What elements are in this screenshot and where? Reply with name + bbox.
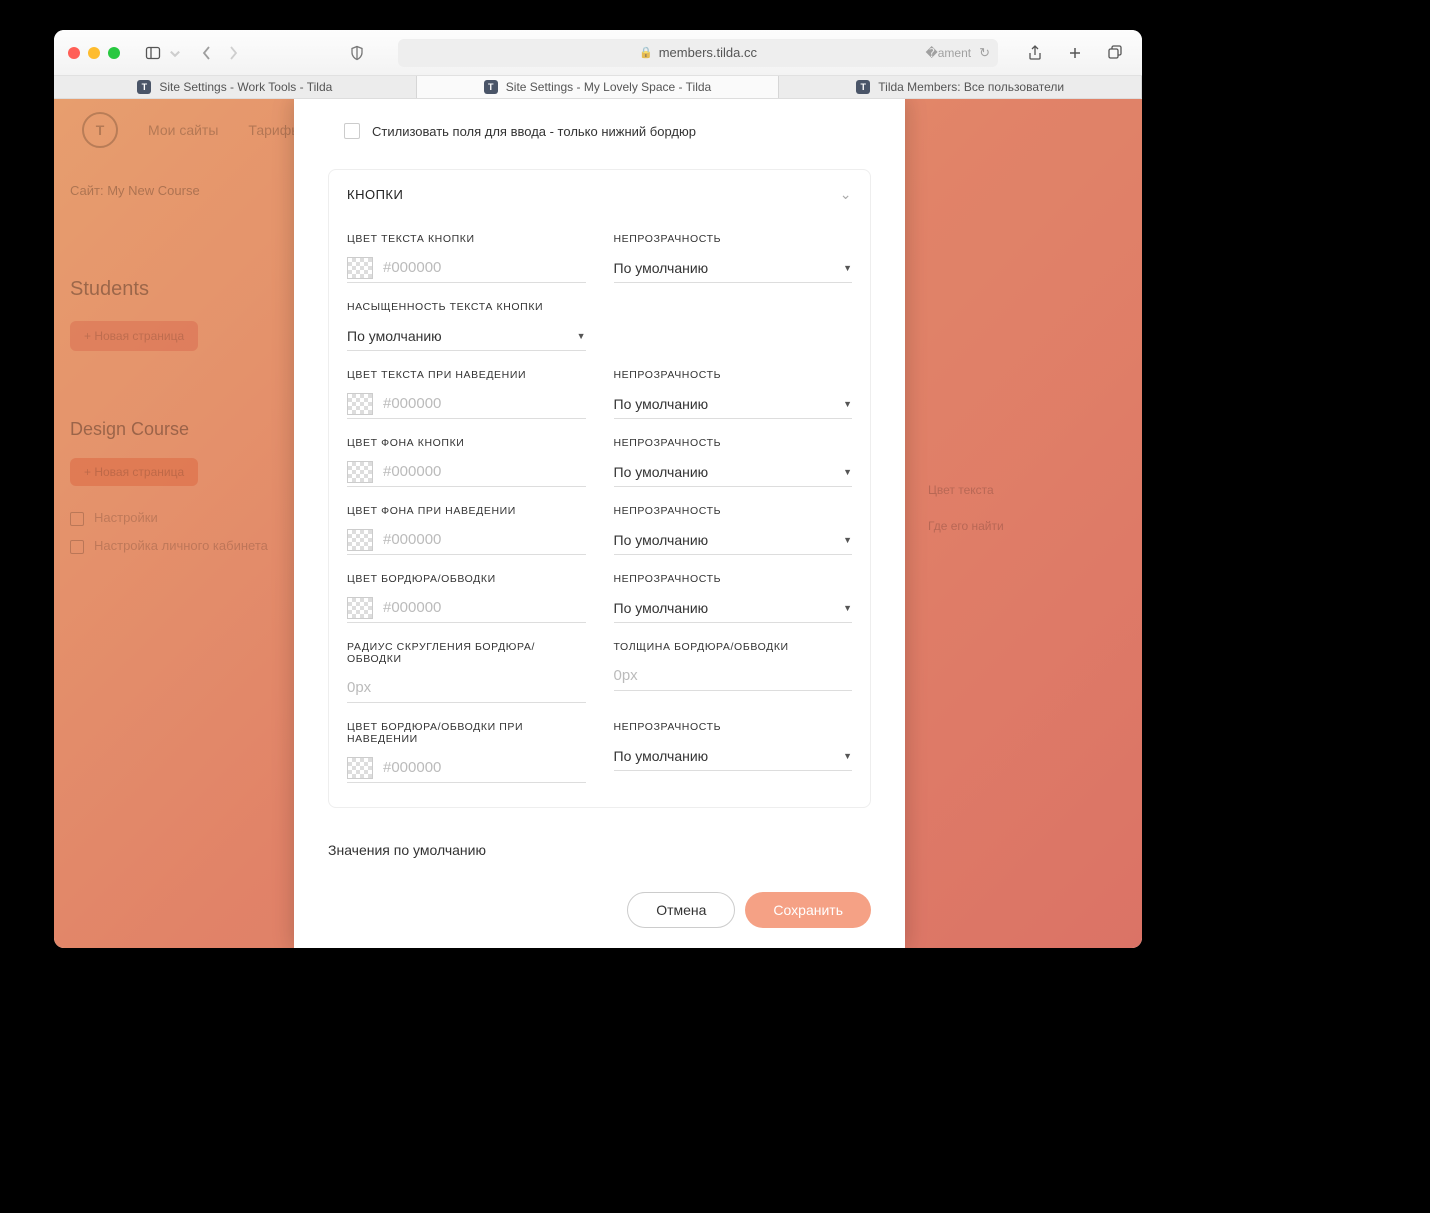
opacity-select[interactable]: По умолчанию▼	[614, 253, 853, 283]
bg-color-input[interactable]	[383, 463, 586, 480]
translate-icon[interactable]: �ament	[925, 46, 971, 60]
field-label: НЕПРОЗРАЧНОСТЬ	[614, 505, 853, 517]
field-label: НЕПРОЗРАЧНОСТЬ	[614, 369, 853, 381]
tab-favicon: T	[137, 80, 151, 94]
shield-icon[interactable]	[346, 42, 368, 64]
modal-footer: Отмена Сохранить	[294, 858, 905, 948]
close-window[interactable]	[68, 47, 80, 59]
field-label: ЦВЕТ ТЕКСТА ПРИ НАВЕДЕНИИ	[347, 369, 586, 381]
field-label: ЦВЕТ БОРДЮРА/ОБВОДКИ	[347, 573, 586, 585]
minimize-window[interactable]	[88, 47, 100, 59]
field-label: НАСЫЩЕННОСТЬ ТЕКСТА КНОПКИ	[347, 301, 586, 313]
opacity-select[interactable]: По умолчанию▼	[614, 525, 853, 555]
panel-header[interactable]: КНОПКИ ⌄	[329, 170, 870, 215]
chevron-down-icon[interactable]	[168, 42, 182, 64]
checkbox-label: Стилизовать поля для ввода - только нижн…	[372, 124, 696, 139]
buttons-panel: КНОПКИ ⌄ ЦВЕТ ТЕКСТА КНОПКИ НЕПРОЗРАЧНОС…	[328, 169, 871, 808]
color-swatch[interactable]	[347, 257, 373, 279]
defaults-link[interactable]: Значения по умолчанию	[294, 808, 905, 858]
opacity-select[interactable]: По умолчанию▼	[614, 457, 853, 487]
lock-icon: 🔒	[639, 46, 653, 59]
tabs-icon[interactable]	[1104, 42, 1126, 64]
color-swatch[interactable]	[347, 461, 373, 483]
sidebar-toggle-icon[interactable]	[142, 42, 164, 64]
field-label: ЦВЕТ ФОНА КНОПКИ	[347, 437, 586, 449]
color-swatch[interactable]	[347, 529, 373, 551]
opacity-select[interactable]: По умолчанию▼	[614, 593, 853, 623]
opacity-select[interactable]: По умолчанию▼	[614, 389, 853, 419]
field-label: РАДИУС СКРУГЛЕНИЯ БОРДЮРА/ОБВОДКИ	[347, 641, 586, 665]
dropdown-arrow-icon: ▼	[843, 263, 852, 273]
panel-title: КНОПКИ	[347, 187, 403, 202]
text-hover-color-input[interactable]	[383, 395, 586, 412]
border-width-input[interactable]	[614, 661, 853, 691]
field-label: НЕПРОЗРАЧНОСТЬ	[614, 573, 853, 585]
url-text: members.tilda.cc	[659, 45, 757, 60]
tab-label: Site Settings - Work Tools - Tilda	[159, 80, 332, 94]
forward-button[interactable]	[222, 42, 244, 64]
field-label: ЦВЕТ БОРДЮРА/ОБВОДКИ ПРИ НАВЕДЕНИИ	[347, 721, 586, 745]
browser-window: 🔒 members.tilda.cc �ament ↻ T Site Settin…	[54, 30, 1142, 948]
tab-2[interactable]: T Site Settings - My Lovely Space - Tilda	[417, 76, 780, 98]
tab-3[interactable]: T Tilda Members: Все пользователи	[779, 76, 1142, 98]
tab-favicon: T	[856, 80, 870, 94]
field-label: ТОЛЩИНА БОРДЮРА/ОБВОДКИ	[614, 641, 853, 653]
cancel-button[interactable]: Отмена	[627, 892, 735, 928]
text-weight-select[interactable]: По умолчанию▼	[347, 321, 586, 351]
button-text-color-input[interactable]	[383, 259, 586, 276]
dropdown-arrow-icon: ▼	[843, 751, 852, 761]
maximize-window[interactable]	[108, 47, 120, 59]
border-hover-color-input[interactable]	[383, 759, 586, 776]
tab-bar: T Site Settings - Work Tools - Tilda T Sit…	[54, 76, 1142, 99]
window-controls	[68, 47, 120, 59]
back-button[interactable]	[196, 42, 218, 64]
dropdown-arrow-icon: ▼	[577, 331, 586, 341]
dropdown-arrow-icon: ▼	[843, 535, 852, 545]
dropdown-arrow-icon: ▼	[843, 603, 852, 613]
checkbox-row: Стилизовать поля для ввода - только нижн…	[294, 99, 905, 169]
share-icon[interactable]	[1024, 42, 1046, 64]
viewport: T Мои сайты Тарифы и Сайт: My New Course…	[54, 99, 1142, 948]
border-radius-input[interactable]	[347, 673, 586, 703]
field-label: НЕПРОЗРАЧНОСТЬ	[614, 721, 853, 733]
field-label: НЕПРОЗРАЧНОСТЬ	[614, 437, 853, 449]
tab-1[interactable]: T Site Settings - Work Tools - Tilda	[54, 76, 417, 98]
tab-favicon: T	[484, 80, 498, 94]
settings-modal: Стилизовать поля для ввода - только нижн…	[294, 99, 905, 948]
url-bar[interactable]: 🔒 members.tilda.cc �ament ↻	[398, 39, 998, 67]
color-swatch[interactable]	[347, 597, 373, 619]
tab-label: Site Settings - My Lovely Space - Tilda	[506, 80, 711, 94]
new-tab-icon[interactable]	[1064, 42, 1086, 64]
field-label: НЕПРОЗРАЧНОСТЬ	[614, 233, 853, 245]
color-swatch[interactable]	[347, 757, 373, 779]
save-button[interactable]: Сохранить	[745, 892, 871, 928]
field-label: ЦВЕТ ТЕКСТА КНОПКИ	[347, 233, 586, 245]
border-color-input[interactable]	[383, 599, 586, 616]
stylize-inputs-checkbox[interactable]	[344, 123, 360, 139]
chevron-down-icon: ⌄	[840, 186, 852, 203]
bg-hover-color-input[interactable]	[383, 531, 586, 548]
dropdown-arrow-icon: ▼	[843, 467, 852, 477]
opacity-select[interactable]: По умолчанию▼	[614, 741, 853, 771]
color-swatch[interactable]	[347, 393, 373, 415]
field-label: ЦВЕТ ФОНА ПРИ НАВЕДЕНИИ	[347, 505, 586, 517]
titlebar: 🔒 members.tilda.cc �ament ↻	[54, 30, 1142, 76]
tab-label: Tilda Members: Все пользователи	[878, 80, 1064, 94]
reload-icon[interactable]: ↻	[979, 45, 990, 61]
dropdown-arrow-icon: ▼	[843, 399, 852, 409]
